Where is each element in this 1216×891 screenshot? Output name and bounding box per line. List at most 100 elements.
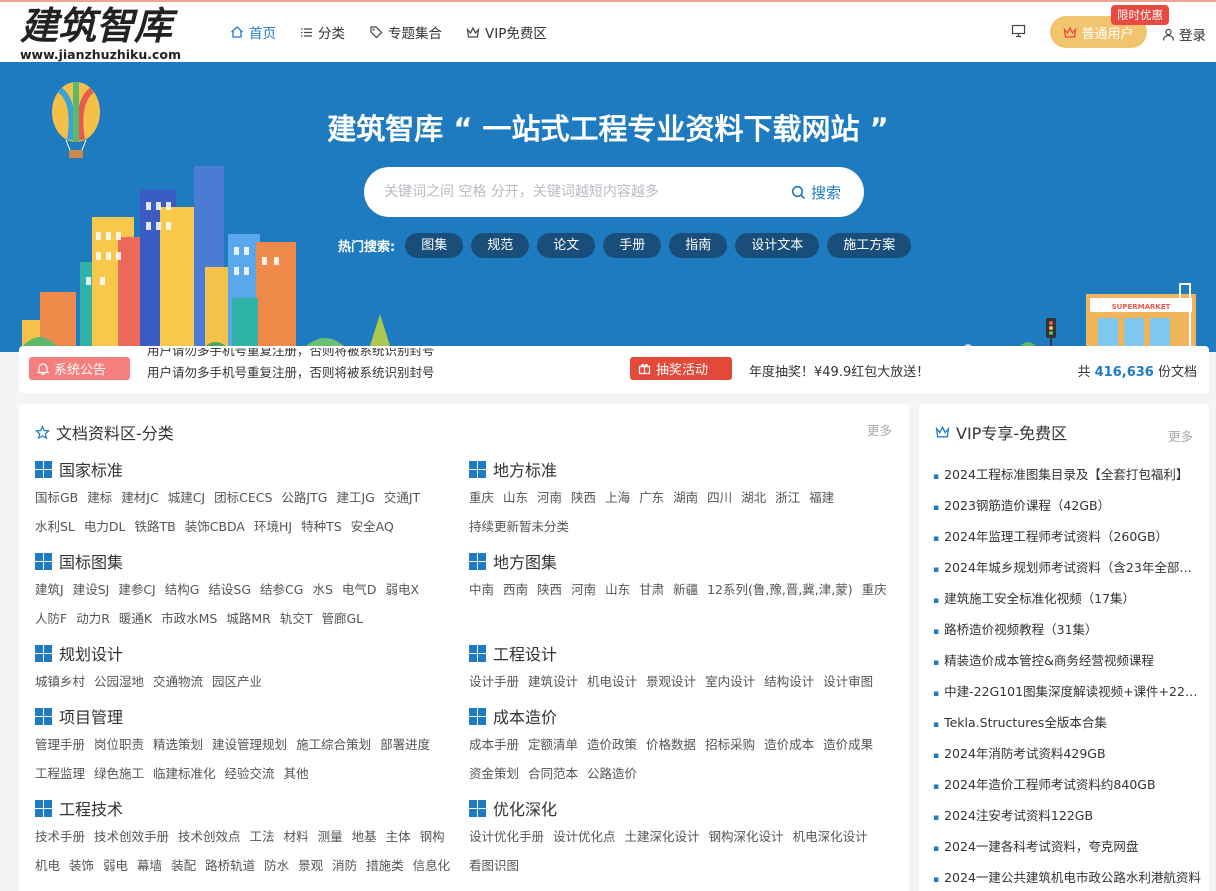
category-title[interactable]: 工程设计 (469, 642, 899, 664)
desktop-icon[interactable] (1011, 24, 1026, 42)
vip-list-item[interactable]: 中建-22G101图集深度解读视频+课件+22G101图集 (933, 676, 1203, 707)
category-link[interactable]: 技术手册 (35, 822, 85, 851)
category-link[interactable]: 重庆 (862, 575, 887, 604)
notice-scroller[interactable]: 用户请勿多手机号重复注册，否则将被系统识别封号 用户请勿多手机号重复注册，否则将… (147, 348, 452, 380)
hot-tag[interactable]: 设计文本 (735, 232, 820, 258)
category-title[interactable]: 成本造价 (469, 705, 899, 727)
category-link[interactable]: 结构G (165, 575, 200, 604)
category-link[interactable]: 动力R (76, 604, 110, 633)
category-link[interactable]: 园区产业 (212, 667, 262, 696)
category-link[interactable]: 人防F (35, 604, 67, 633)
category-link[interactable]: 路桥轨道 (205, 851, 255, 880)
category-link[interactable]: 建参CJ (118, 575, 155, 604)
category-link[interactable]: 建工JG (336, 483, 374, 512)
category-link[interactable]: 河南 (571, 575, 596, 604)
login-link[interactable]: 登录 (1162, 24, 1206, 44)
category-link[interactable]: 景观设计 (646, 667, 696, 696)
vip-list-item[interactable]: 2024工程标准图集目录及【全套打包福利】 (933, 459, 1203, 490)
category-title[interactable]: 国家标准 (35, 458, 465, 480)
category-link[interactable]: 建筑J (35, 575, 64, 604)
category-link[interactable]: 甘肃 (639, 575, 664, 604)
category-title[interactable]: 工程技术 (35, 797, 465, 819)
category-link[interactable]: 部署进度 (380, 730, 430, 759)
category-link[interactable]: 国标GB (35, 483, 78, 512)
category-link[interactable]: 地基 (352, 822, 377, 851)
category-link[interactable]: 装配 (171, 851, 196, 880)
category-link[interactable]: 设计优化点 (553, 822, 616, 851)
lottery-badge[interactable]: 抽奖活动 (630, 357, 732, 380)
vip-list-item[interactable]: 2024年造价工程师考试资料约840GB (933, 769, 1203, 800)
category-title[interactable]: 地方图集 (469, 550, 899, 572)
category-link[interactable]: 绿色施工 (94, 759, 144, 788)
category-link[interactable]: 河南 (537, 483, 562, 512)
category-link[interactable]: 钢构深化设计 (709, 822, 784, 851)
category-link[interactable]: 结参CG (260, 575, 303, 604)
category-link[interactable]: 电力DL (84, 512, 126, 541)
category-link[interactable]: 城建CJ (168, 483, 205, 512)
category-link[interactable]: 技术创效手册 (94, 822, 169, 851)
category-link[interactable]: 管廊GL (321, 604, 363, 633)
vip-list-item[interactable]: 2024一建公共建筑机电市政公路水利港航资料 (933, 862, 1203, 891)
category-link[interactable]: 交通JT (384, 483, 420, 512)
hot-tag[interactable]: 论文 (537, 232, 596, 258)
category-link[interactable]: 新疆 (673, 575, 698, 604)
category-link[interactable]: 消防 (332, 851, 357, 880)
vip-list-item[interactable]: 2024年城乡规划师考试资料（含23年全部资料） (933, 552, 1203, 583)
category-link[interactable]: 结设SG (208, 575, 251, 604)
category-link[interactable]: 设计手册 (469, 667, 519, 696)
category-link[interactable]: 公路造价 (587, 759, 637, 788)
category-link[interactable]: 装饰 (69, 851, 94, 880)
vip-list-item[interactable]: 2023钢筋造价课程（42GB） (933, 490, 1203, 521)
category-title[interactable]: 地方标准 (469, 458, 899, 480)
category-title[interactable]: 国标图集 (35, 550, 465, 572)
category-link[interactable]: 设计审图 (823, 667, 873, 696)
nav-item-topics[interactable]: 专题集合 (369, 22, 442, 42)
category-link[interactable]: 公路JTG (281, 483, 327, 512)
hot-tag[interactable]: 手册 (603, 232, 662, 258)
category-link[interactable]: 弱电X (386, 575, 420, 604)
category-link[interactable]: 建标 (87, 483, 112, 512)
vip-list-item[interactable]: 2024年消防考试资料429GB (933, 738, 1203, 769)
category-link[interactable]: 信息化 (413, 851, 451, 880)
category-link[interactable]: 土建深化设计 (625, 822, 700, 851)
vip-list-item[interactable]: 2024注安考试资料122GB (933, 800, 1203, 831)
category-link[interactable]: 合同范本 (528, 759, 578, 788)
category-link[interactable]: 建设SJ (73, 575, 110, 604)
category-link[interactable]: 浙江 (775, 483, 800, 512)
vip-list-item[interactable]: Tekla.Structures全版本合集 (933, 707, 1203, 738)
category-link[interactable]: 措施类 (366, 851, 404, 880)
category-link[interactable]: 施工综合策划 (296, 730, 371, 759)
category-link[interactable]: 建材JC (121, 483, 158, 512)
category-link[interactable]: 水S (312, 575, 332, 604)
category-title[interactable]: 项目管理 (35, 705, 465, 727)
category-link[interactable]: 招标采购 (705, 730, 755, 759)
category-link[interactable]: 机电 (35, 851, 60, 880)
hot-tag[interactable]: 图集 (405, 232, 464, 258)
category-link[interactable]: 看图识图 (469, 851, 519, 880)
category-link[interactable]: 福建 (809, 483, 834, 512)
category-link[interactable]: 造价成果 (823, 730, 873, 759)
category-link[interactable]: 山东 (605, 575, 630, 604)
category-link[interactable]: 电气D (342, 575, 377, 604)
category-link[interactable]: 交通物流 (153, 667, 203, 696)
category-link[interactable]: 精选策划 (153, 730, 203, 759)
category-link[interactable]: 水利SL (35, 512, 75, 541)
nav-item-vip-free[interactable]: VIP免费区 (466, 22, 547, 42)
vip-list-item[interactable]: 路桥造价视频教程（31集） (933, 614, 1203, 645)
category-link[interactable]: 西南 (503, 575, 528, 604)
site-logo[interactable]: 建筑智库 www.jianzhuzhiku.com (20, 4, 185, 62)
category-link[interactable]: 机电设计 (587, 667, 637, 696)
category-link[interactable]: 经验交流 (225, 759, 275, 788)
category-link[interactable]: 定额清单 (528, 730, 578, 759)
category-link[interactable]: 陕西 (537, 575, 562, 604)
category-link[interactable]: 弱电 (103, 851, 128, 880)
category-link[interactable]: 管理手册 (35, 730, 85, 759)
category-link[interactable]: 价格数据 (646, 730, 696, 759)
category-link[interactable]: 四川 (707, 483, 732, 512)
category-title[interactable]: 规划设计 (35, 642, 465, 664)
category-link[interactable]: 建筑设计 (528, 667, 578, 696)
vip-list-item[interactable]: 2024一建各科考试资料，夸克网盘 (933, 831, 1203, 862)
category-link[interactable]: 持续更新暂未分类 (469, 512, 569, 541)
category-link[interactable]: 上海 (605, 483, 630, 512)
category-link[interactable]: 造价政策 (587, 730, 637, 759)
